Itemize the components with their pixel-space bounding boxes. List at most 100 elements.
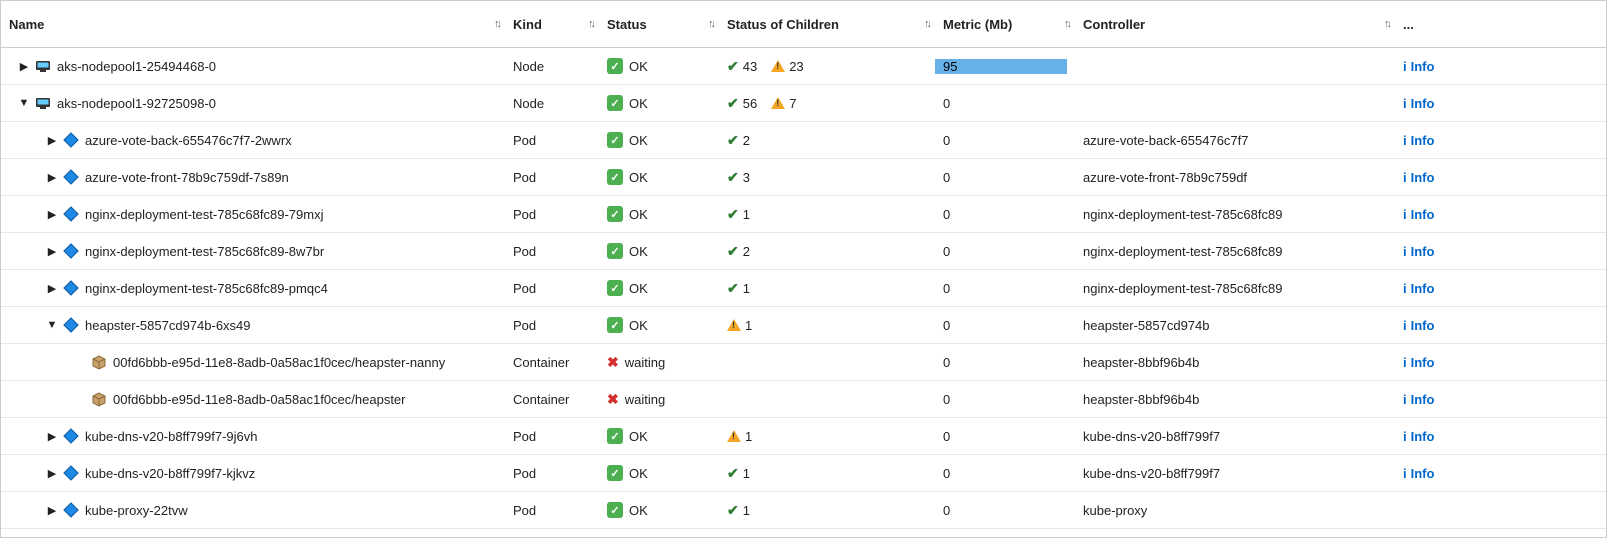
caret-right-icon[interactable]: ▶	[45, 504, 59, 517]
kind-text: Node	[513, 96, 544, 111]
children-ok-count: 43	[743, 59, 757, 74]
table-row[interactable]: ▶azure-vote-back-655476c7f7-2wwrxPod✓OK✔…	[1, 122, 1606, 159]
check-ok-icon: ✔	[727, 132, 739, 149]
table-row[interactable]: ▶nginx-deployment-test-785c68fc89-79mxjP…	[1, 196, 1606, 233]
cell-name: ▶nginx-deployment-test-785c68fc89-pmqc4	[1, 280, 505, 296]
info-link[interactable]: iInfo	[1403, 133, 1434, 148]
cell-metric[interactable]: 0	[935, 133, 1075, 148]
cell-kind: Container	[505, 392, 599, 407]
metric-value: 95	[935, 59, 1067, 74]
info-link[interactable]: iInfo	[1403, 170, 1434, 185]
col-header-children[interactable]: Status of Children ↑↓	[719, 17, 935, 32]
metric-value: 0	[943, 355, 950, 370]
table-row[interactable]: 00fd6bbb-e95d-11e8-8adb-0a58ac1f0cec/hea…	[1, 344, 1606, 381]
col-header-name-label: Name	[9, 17, 44, 32]
cell-metric[interactable]: 0	[935, 392, 1075, 407]
caret-right-icon[interactable]: ▶	[45, 245, 59, 258]
resource-grid[interactable]: Name ↑↓ Kind ↑↓ Status ↑↓ Status of Chil…	[1, 1, 1606, 537]
info-link[interactable]: iInfo	[1403, 207, 1434, 222]
cell-metric[interactable]: 0	[935, 503, 1075, 518]
info-link[interactable]: iInfo	[1403, 244, 1434, 259]
metric-value: 0	[943, 503, 950, 518]
info-label: Info	[1411, 244, 1435, 259]
pod-icon	[63, 243, 79, 259]
table-header-row: Name ↑↓ Kind ↑↓ Status ↑↓ Status of Chil…	[1, 1, 1606, 48]
cell-controller: heapster-8bbf96b4b	[1075, 392, 1395, 407]
children-ok-count: 1	[743, 466, 750, 481]
sort-icon[interactable]: ↑↓	[588, 18, 593, 30]
kind-text: Container	[513, 392, 569, 407]
cell-metric[interactable]: 0	[935, 96, 1075, 111]
resource-grid-frame: Name ↑↓ Kind ↑↓ Status ↑↓ Status of Chil…	[0, 0, 1607, 538]
kind-text: Pod	[513, 429, 536, 444]
table-row[interactable]: ▶nginx-deployment-test-785c68fc89-pmqc4P…	[1, 270, 1606, 307]
caret-right-icon[interactable]: ▶	[17, 60, 31, 73]
sort-icon[interactable]: ↑↓	[1384, 18, 1389, 30]
table-row[interactable]: ▶kube-proxy-22tvwPod✓OK✔10kube-proxy	[1, 492, 1606, 529]
cell-metric[interactable]: 0	[935, 207, 1075, 222]
info-link[interactable]: iInfo	[1403, 318, 1434, 333]
resource-name: azure-vote-back-655476c7f7-2wwrx	[85, 133, 292, 148]
info-icon: i	[1403, 392, 1407, 407]
children-ok-count: 2	[743, 244, 750, 259]
table-row[interactable]: ▶azure-vote-front-78b9c759df-7s89nPod✓OK…	[1, 159, 1606, 196]
info-icon: i	[1403, 355, 1407, 370]
table-row[interactable]: ▶kube-dns-v20-b8ff799f7-9j6vhPod✓OK10kub…	[1, 418, 1606, 455]
cell-children-status: ✔4323	[719, 58, 935, 75]
sort-icon[interactable]: ↑↓	[1064, 18, 1069, 30]
caret-right-icon[interactable]: ▶	[45, 134, 59, 147]
caret-down-icon[interactable]: ▼	[17, 97, 31, 109]
cell-status: ✓OK	[599, 317, 719, 333]
cell-metric[interactable]: 95	[935, 59, 1075, 74]
caret-right-icon[interactable]: ▶	[45, 208, 59, 221]
cell-metric[interactable]: 0	[935, 466, 1075, 481]
cell-children-status: ✔567	[719, 95, 935, 112]
caret-right-icon[interactable]: ▶	[45, 430, 59, 443]
table-row[interactable]: ▶nginx-deployment-test-785c68fc89-8w7brP…	[1, 233, 1606, 270]
metric-value: 0	[943, 96, 950, 111]
info-link[interactable]: iInfo	[1403, 59, 1434, 74]
caret-right-icon[interactable]: ▶	[45, 171, 59, 184]
col-header-actions[interactable]: ...	[1395, 17, 1606, 32]
table-row[interactable]: ▼aks-nodepool1-92725098-0Node✓OK✔5670iIn…	[1, 85, 1606, 122]
cell-metric[interactable]: 0	[935, 429, 1075, 444]
info-link[interactable]: iInfo	[1403, 281, 1434, 296]
info-link[interactable]: iInfo	[1403, 355, 1434, 370]
col-header-status[interactable]: Status ↑↓	[599, 17, 719, 32]
table-row[interactable]: ▶aks-nodepool1-25494468-0Node✓OK✔432395i…	[1, 48, 1606, 85]
resource-name: 00fd6bbb-e95d-11e8-8adb-0a58ac1f0cec/hea…	[113, 392, 406, 407]
cell-metric[interactable]: 0	[935, 318, 1075, 333]
col-header-metric[interactable]: Metric (Mb) ↑↓	[935, 17, 1075, 32]
caret-down-icon[interactable]: ▼	[45, 319, 59, 331]
info-link[interactable]: iInfo	[1403, 96, 1434, 111]
cell-metric[interactable]: 0	[935, 355, 1075, 370]
caret-right-icon[interactable]: ▶	[45, 467, 59, 480]
info-link[interactable]: iInfo	[1403, 466, 1434, 481]
info-link[interactable]: iInfo	[1403, 392, 1434, 407]
sort-icon[interactable]: ↑↓	[494, 18, 499, 30]
col-header-kind-label: Kind	[513, 17, 542, 32]
kind-text: Pod	[513, 466, 536, 481]
cell-metric[interactable]: 0	[935, 281, 1075, 296]
table-row[interactable]: 00fd6bbb-e95d-11e8-8adb-0a58ac1f0cec/hea…	[1, 381, 1606, 418]
col-header-kind[interactable]: Kind ↑↓	[505, 17, 599, 32]
cell-name: 00fd6bbb-e95d-11e8-8adb-0a58ac1f0cec/hea…	[1, 354, 505, 370]
sort-icon[interactable]: ↑↓	[924, 18, 929, 30]
status-text: OK	[629, 466, 648, 481]
warning-icon	[771, 97, 785, 109]
container-icon	[91, 354, 107, 370]
kind-text: Pod	[513, 244, 536, 259]
kind-text: Pod	[513, 133, 536, 148]
cell-metric[interactable]: 0	[935, 244, 1075, 259]
cell-metric[interactable]: 0	[935, 170, 1075, 185]
sort-icon[interactable]: ↑↓	[708, 18, 713, 30]
kind-text: Pod	[513, 318, 536, 333]
metric-value: 0	[943, 466, 950, 481]
col-header-controller[interactable]: Controller ↑↓	[1075, 17, 1395, 32]
table-row[interactable]: ▶kube-dns-v20-b8ff799f7-kjkvzPod✓OK✔10ku…	[1, 455, 1606, 492]
caret-right-icon[interactable]: ▶	[45, 282, 59, 295]
col-header-name[interactable]: Name ↑↓	[1, 17, 505, 32]
table-row[interactable]: ▼heapster-5857cd974b-6xs49Pod✓OK10heapst…	[1, 307, 1606, 344]
info-link[interactable]: iInfo	[1403, 429, 1434, 444]
col-header-actions-label: ...	[1403, 17, 1414, 32]
